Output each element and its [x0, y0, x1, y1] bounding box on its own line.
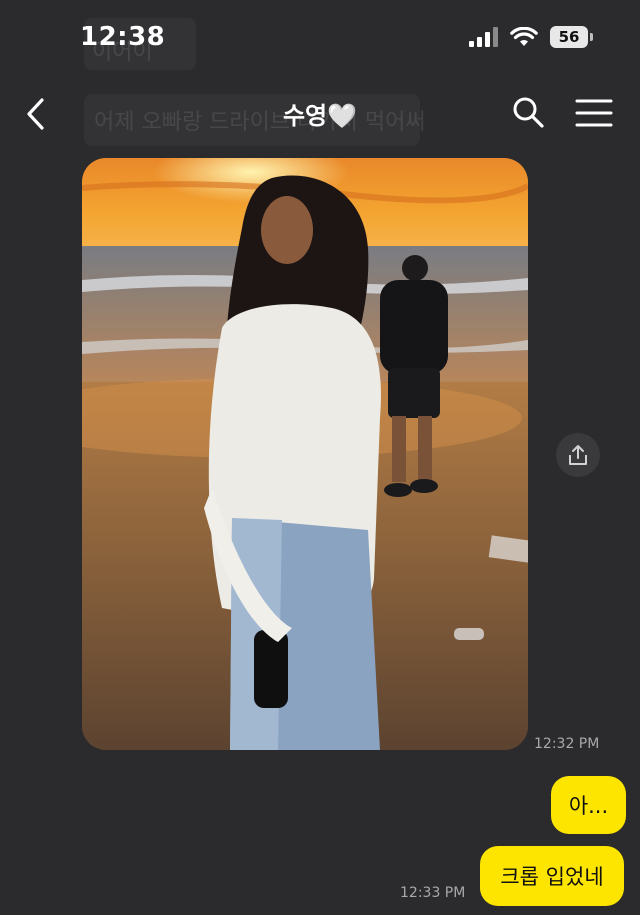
message-text: 아... [568, 794, 609, 818]
message-timestamp: 12:33 PM [400, 885, 466, 901]
my-message-bubble[interactable]: 크롭 입었네 [480, 846, 624, 906]
status-bar: 12:38 56 [0, 0, 640, 80]
share-button[interactable] [556, 433, 600, 477]
status-time: 12:38 [80, 22, 166, 52]
search-icon[interactable] [510, 94, 546, 130]
my-message-bubble[interactable]: 아... [551, 776, 626, 834]
menu-icon[interactable] [575, 98, 613, 128]
chat-header: 수영🤍 [0, 82, 640, 146]
battery-icon: 56 [550, 26, 593, 48]
cellular-signal-icon [469, 27, 498, 47]
beach-sunset-photo [82, 158, 528, 750]
message-text: 크롭 입었네 [500, 865, 604, 889]
photo-message[interactable] [82, 158, 528, 750]
status-icons: 56 [469, 26, 593, 48]
wifi-icon [510, 27, 538, 46]
photo-timestamp: 12:32 PM [534, 736, 600, 752]
share-icon [569, 445, 587, 465]
battery-level: 56 [558, 28, 580, 46]
